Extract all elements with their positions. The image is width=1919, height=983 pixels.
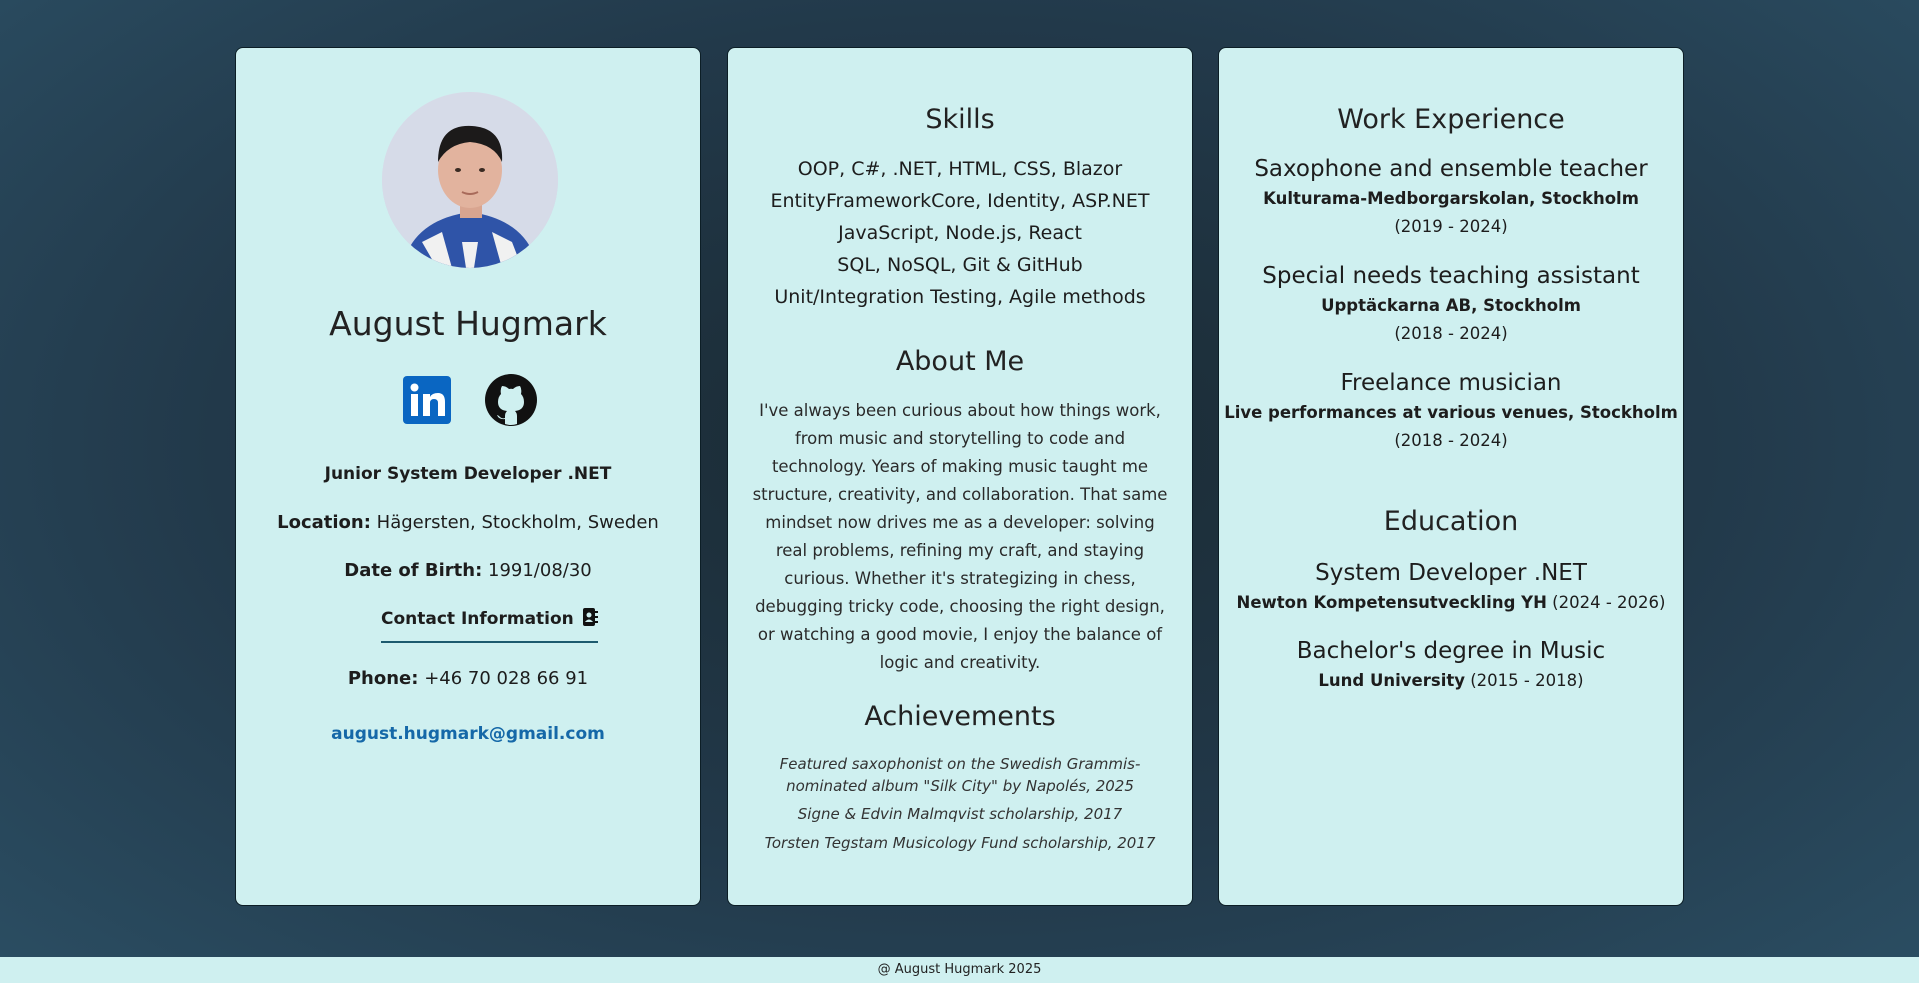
dob-value: 1991/08/30	[488, 560, 592, 581]
location-label: Location:	[277, 512, 371, 533]
github-icon[interactable]	[484, 373, 538, 427]
skills-heading: Skills	[925, 104, 995, 135]
linkedin-icon[interactable]	[403, 376, 451, 424]
profile-photo	[382, 92, 558, 268]
edu-school: Lund University (2015 - 2018)	[1219, 671, 1683, 690]
achievement-item: Signe & Edvin Malmqvist scholarship, 201…	[797, 805, 1123, 823]
dob-label: Date of Birth:	[344, 560, 483, 581]
job-title: Freelance musician	[1340, 370, 1562, 396]
edu-school-name: Newton Kompetensutveckling YH	[1236, 593, 1547, 612]
skills-list: OOP, C#, .NET, HTML, CSS, Blazor EntityF…	[728, 153, 1192, 313]
skill-item: JavaScript, Node.js, React	[838, 222, 1082, 244]
edu-school: Newton Kompetensutveckling YH (2024 - 20…	[1219, 593, 1683, 612]
experience-card: Work Experience Saxophone and ensemble t…	[1218, 47, 1684, 906]
achievement-item: Torsten Tegstam Musicology Fund scholars…	[764, 834, 1156, 852]
job-company: Live performances at various venues, Sto…	[1224, 403, 1678, 422]
profile-name: August Hugmark	[329, 304, 607, 343]
skill-item: OOP, C#, .NET, HTML, CSS, Blazor	[797, 158, 1123, 180]
about-text: I've always been curious about how thing…	[752, 401, 1168, 672]
edu-school-name: Lund University	[1318, 671, 1465, 690]
job-company: Kulturama-Medborgarskolan, Stockholm	[1263, 189, 1639, 208]
achievement-item: Featured saxophonist on the Swedish Gram…	[779, 755, 1141, 795]
skill-item: SQL, NoSQL, Git & GitHub	[837, 254, 1083, 276]
achievements-heading: Achievements	[864, 701, 1056, 732]
education-heading: Education	[1383, 506, 1519, 537]
skills-card: Skills OOP, C#, .NET, HTML, CSS, Blazor …	[727, 47, 1193, 906]
phone-value: +46 70 028 66 91	[424, 668, 589, 689]
edu-dates: (2015 - 2018)	[1470, 671, 1584, 690]
work-heading: Work Experience	[1337, 104, 1565, 135]
job-title: Saxophone and ensemble teacher	[1254, 156, 1648, 182]
page-footer: @ August Hugmark 2025	[0, 957, 1919, 983]
job-title: Special needs teaching assistant	[1262, 263, 1640, 289]
edu-dates: (2024 - 2026)	[1552, 593, 1666, 612]
job-dates: (2018 - 2024)	[1394, 324, 1508, 343]
social-links	[236, 373, 700, 430]
job-dates: (2018 - 2024)	[1394, 431, 1508, 450]
location: Location: Hägersten, Stockholm, Sweden	[236, 512, 700, 533]
contact-heading: Contact Information	[381, 608, 598, 643]
edu-degree: System Developer .NET	[1315, 560, 1587, 586]
profile-card: August Hugmark Junior System Developer .…	[235, 47, 701, 906]
date-of-birth: Date of Birth: 1991/08/30	[236, 560, 700, 581]
skill-item: Unit/Integration Testing, Agile methods	[774, 286, 1146, 308]
edu-degree: Bachelor's degree in Music	[1296, 638, 1606, 664]
email-link[interactable]: august.hugmark@gmail.com	[236, 724, 700, 744]
contact-heading-text: Contact Information	[381, 609, 574, 629]
job-dates: (2019 - 2024)	[1394, 217, 1508, 236]
job-company: Upptäckarna AB, Stockholm	[1321, 296, 1581, 315]
location-value: Hägersten, Stockholm, Sweden	[376, 512, 659, 533]
phone-label: Phone:	[347, 668, 419, 689]
about-heading: About Me	[895, 346, 1025, 377]
job-role: Junior System Developer .NET	[324, 464, 612, 484]
contact-card-icon	[582, 608, 598, 626]
phone: Phone: +46 70 028 66 91	[236, 668, 700, 689]
skill-item: EntityFrameworkCore, Identity, ASP.NET	[770, 190, 1150, 212]
